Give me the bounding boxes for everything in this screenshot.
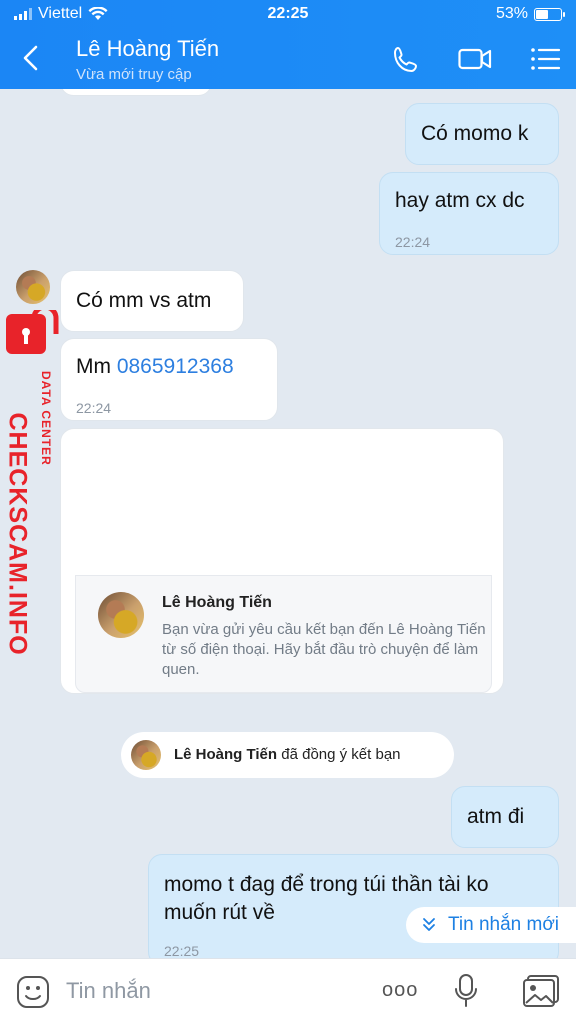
microphone-icon[interactable] bbox=[454, 973, 478, 1009]
message-time: 22:24 bbox=[76, 400, 112, 416]
friend-request-card[interactable]: Lê Hoàng Tiến Bạn vừa gửi yêu cầu kết bạ… bbox=[60, 428, 504, 694]
message-bubble-incoming[interactable]: Mm 0865912368 22:24 bbox=[60, 338, 278, 421]
message-bubble-incoming[interactable]: Có mm vs atm bbox=[60, 270, 244, 332]
composer-bar: Tin nhắn ooo bbox=[0, 958, 576, 1024]
new-message-label: Tin nhắn mới bbox=[448, 914, 560, 935]
friend-card-name: Lê Hoàng Tiến bbox=[162, 594, 272, 611]
message-text: Mm 0865912368 bbox=[76, 353, 234, 381]
friend-accepted-notice: Lê Hoàng Tiến đã đồng ý kết bạn bbox=[121, 732, 454, 778]
status-bar: Viettel 22:25 53% bbox=[0, 5, 576, 25]
friend-card-body: Lê Hoàng Tiến Bạn vừa gửi yêu cầu kết bạ… bbox=[75, 575, 492, 693]
notice-name: Lê Hoàng Tiến bbox=[174, 746, 278, 763]
phone-icon[interactable] bbox=[390, 44, 424, 74]
message-bubble-outgoing[interactable]: atm đi bbox=[451, 786, 559, 848]
battery: 53% bbox=[495, 5, 565, 23]
image-icon[interactable] bbox=[522, 974, 560, 1008]
message-text-line2: muốn rút về bbox=[164, 901, 275, 924]
contact-avatar[interactable] bbox=[16, 270, 50, 304]
notice-text: Lê Hoàng Tiến đã đồng ý kết bạn bbox=[174, 746, 401, 763]
battery-icon bbox=[534, 7, 565, 21]
message-text: atm đi bbox=[467, 805, 525, 828]
contact-name[interactable]: Lê Hoàng Tiến bbox=[76, 36, 219, 62]
clock: 22:25 bbox=[267, 5, 309, 22]
watermark-sub-text: DATA CENTER bbox=[39, 371, 53, 466]
chat-area[interactable]: Có momo k hay atm cx dc 22:24 Có mm vs a… bbox=[0, 89, 576, 958]
message-bubble-partial bbox=[60, 89, 212, 96]
message-bubble-outgoing[interactable]: hay atm cx dc 22:24 bbox=[379, 172, 559, 255]
watermark-lock-icon bbox=[6, 310, 59, 354]
message-text: Có mm vs atm bbox=[76, 289, 212, 312]
message-time: 22:25 bbox=[164, 943, 200, 958]
more-options-icon[interactable]: ooo bbox=[382, 979, 418, 1002]
battery-percent: 53% bbox=[495, 5, 528, 22]
message-bubble-outgoing[interactable]: Có momo k bbox=[405, 103, 559, 165]
friend-card-description: Bạn vừa gửi yêu cầu kết bạn đến Lê Hoàng… bbox=[162, 621, 486, 678]
video-call-icon[interactable] bbox=[458, 44, 492, 74]
phone-number-link[interactable]: 0865912368 bbox=[117, 355, 234, 378]
message-text-line1: momo t đag để trong túi thần tài ko bbox=[164, 873, 489, 896]
menu-icon[interactable] bbox=[530, 44, 564, 74]
double-chevron-down-icon bbox=[423, 918, 435, 931]
friend-avatar bbox=[98, 592, 144, 638]
back-icon[interactable] bbox=[18, 42, 44, 74]
notice-avatar bbox=[131, 740, 161, 770]
new-message-button[interactable]: Tin nhắn mới bbox=[406, 907, 576, 943]
notice-message: đã đồng ý kết bạn bbox=[277, 746, 401, 763]
message-input[interactable]: Tin nhắn bbox=[66, 978, 151, 1004]
message-text: hay atm cx dc bbox=[395, 189, 525, 212]
message-prefix: Mm bbox=[76, 355, 117, 378]
contact-status: Vừa mới truy cập bbox=[76, 66, 192, 83]
message-text: Có momo k bbox=[421, 122, 529, 145]
chat-header: Viettel 22:25 53% Lê Hoàng Tiến Vừa mới … bbox=[0, 0, 576, 89]
message-time: 22:24 bbox=[395, 234, 431, 250]
sticker-icon[interactable] bbox=[16, 975, 50, 1009]
watermark-main-text: CHECKSCAM.INFO bbox=[3, 412, 32, 656]
